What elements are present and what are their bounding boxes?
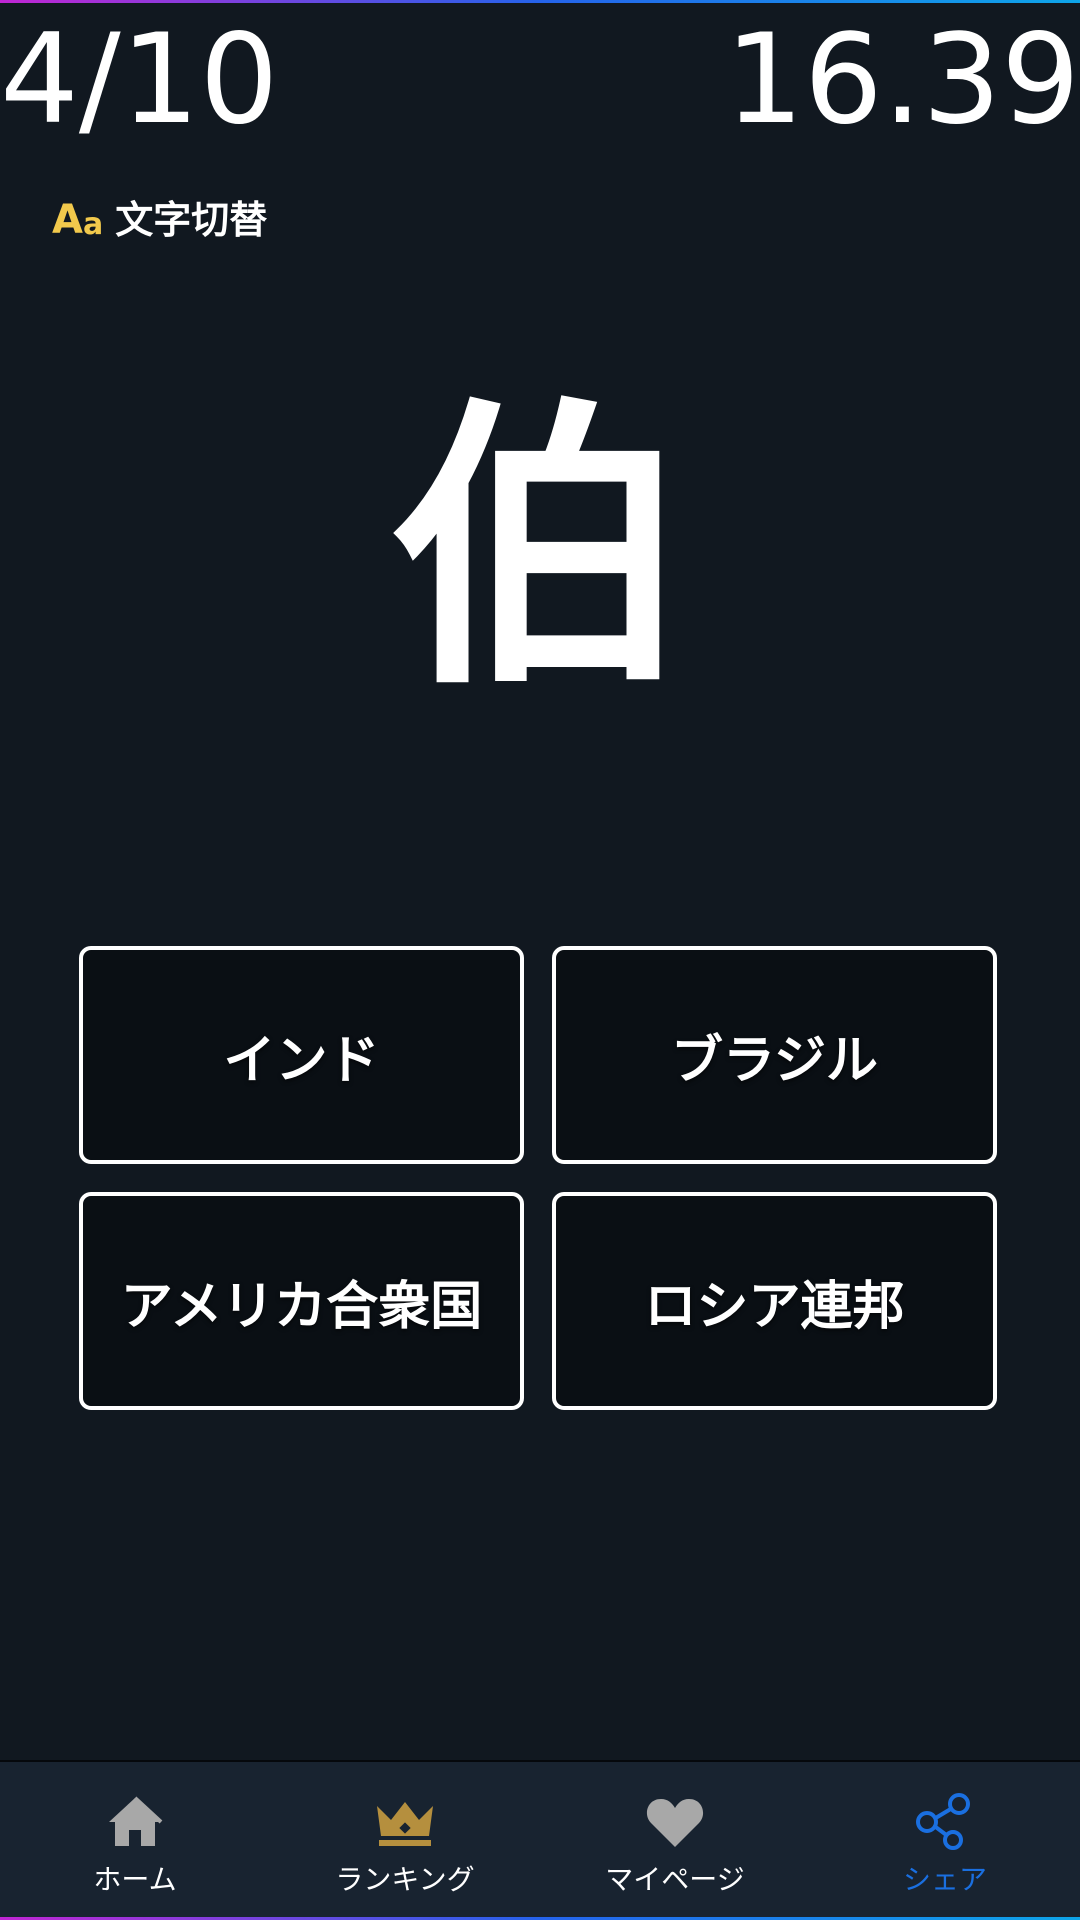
answer-grid: インド ブラジル アメリカ合衆国 ロシア連邦 bbox=[79, 946, 999, 1410]
bottom-navigation: ホーム ランキング マイページ シェア bbox=[0, 1760, 1080, 1919]
share-icon bbox=[913, 1792, 977, 1852]
nav-item-ranking[interactable]: ランキング bbox=[270, 1762, 540, 1919]
nav-label-share: シェア bbox=[902, 1863, 987, 1896]
nav-item-home[interactable]: ホーム bbox=[0, 1762, 270, 1919]
nav-label-mypage: マイページ bbox=[605, 1863, 745, 1896]
heart-icon bbox=[643, 1792, 707, 1852]
elapsed-timer: 16.39 bbox=[725, 8, 1080, 152]
quiz-screen: 4/10 16.39 Aa 文字切替 伯 インド ブラジル アメリカ合衆国 ロシ… bbox=[0, 0, 1080, 1920]
nav-item-mypage[interactable]: マイページ bbox=[540, 1762, 810, 1919]
nav-item-share[interactable]: シェア bbox=[810, 1762, 1080, 1919]
answer-button-usa[interactable]: アメリカ合衆国 bbox=[79, 1192, 524, 1410]
font-aa-icon: Aa bbox=[52, 197, 104, 243]
font-switch-label: 文字切替 bbox=[115, 198, 268, 242]
home-icon bbox=[103, 1792, 167, 1852]
answer-button-brazil[interactable]: ブラジル bbox=[552, 946, 997, 1164]
question-kanji: 伯 bbox=[390, 375, 690, 724]
font-switch-button[interactable]: Aa 文字切替 bbox=[52, 200, 267, 240]
crown-icon bbox=[373, 1792, 437, 1852]
nav-label-ranking: ランキング bbox=[335, 1863, 475, 1896]
nav-label-home: ホーム bbox=[93, 1863, 177, 1896]
top-accent-bar bbox=[0, 0, 1080, 3]
question-progress: 4/10 bbox=[0, 8, 279, 152]
answer-button-india[interactable]: インド bbox=[79, 946, 524, 1164]
answer-button-russia[interactable]: ロシア連邦 bbox=[552, 1192, 997, 1410]
